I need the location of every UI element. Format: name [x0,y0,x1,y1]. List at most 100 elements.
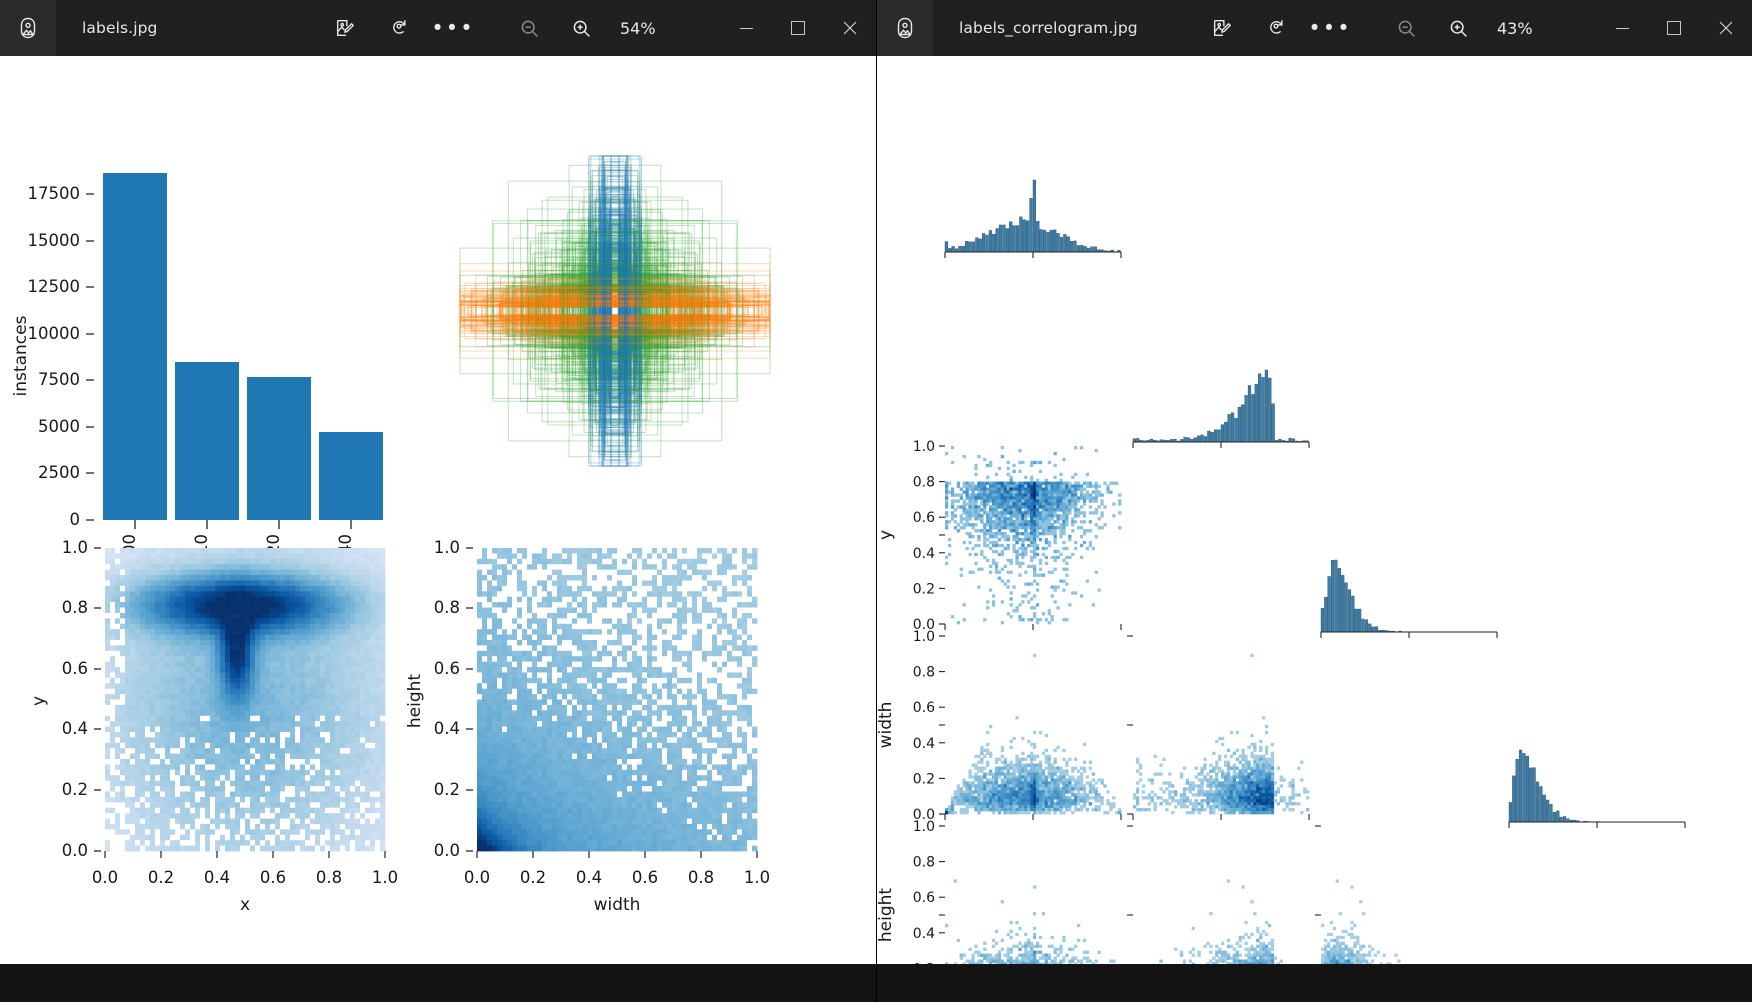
heat-cell [255,769,261,776]
heat-cell [522,602,528,608]
heat-cell [245,634,251,641]
heat-cell [340,629,346,635]
minimize-button[interactable] [720,0,772,56]
maximize-button[interactable] [772,0,824,56]
heat-cell [120,612,126,619]
heat-cell [205,802,211,809]
heat-cell [240,818,246,825]
heat-cell [125,629,131,635]
heat-cell [482,585,488,592]
heat-cell [150,699,156,706]
heat-cell [502,607,508,614]
edit-image-icon[interactable] [330,13,360,43]
heat-cell [255,672,261,679]
heat-cell [502,602,508,608]
heat-cell [542,764,548,771]
heat-cell [532,710,538,717]
heat-cell [185,656,191,663]
heat-cell [210,661,216,668]
heat-cell [125,823,131,830]
heat-cell [577,694,583,700]
heat-cell [105,694,111,700]
heat-cell [532,672,538,679]
heat-cell [170,575,176,581]
titlebar-left[interactable]: labels.jpg ••• 54% [0,0,876,56]
close-button[interactable] [824,0,876,56]
heat-cell [572,629,578,635]
heat-cell [285,845,291,852]
heat-cell [567,607,573,614]
heat-cell [190,688,196,695]
heat-cell [210,731,216,738]
heat-cell [230,591,236,598]
heat-cell [517,753,523,760]
heat-cell [195,731,201,738]
heat-cell [365,813,371,819]
heat-cell [125,618,131,625]
heat-cell [125,791,131,798]
heat-cell [360,580,366,587]
heat-cell [170,791,176,798]
heat-cell [497,791,503,798]
heat-cell [105,791,111,798]
heat-cell [365,834,371,841]
heat-cell [375,710,381,717]
heat-cell [245,591,251,598]
heat-cell [547,802,553,809]
heat-cell [290,737,296,744]
heat-cell [477,650,483,657]
heat-cell [335,737,341,744]
heat-cell [235,742,241,749]
heat-cell [210,759,216,765]
heat-cell [507,813,513,819]
heat-cell [487,667,493,673]
heat-cell [482,840,488,846]
heat-cell [255,721,261,727]
heat-cell [547,823,553,830]
heat-cell [175,823,181,830]
image-canvas-labels[interactable]: 17500 15000 12500 10000 7500 5000 2500 0 ins… [0,56,876,964]
heat-cell [165,656,171,663]
heat-cell [185,704,191,711]
heat-cell [522,764,528,771]
heat-cell [330,829,336,836]
heat-cell [210,634,216,641]
heat-cell [205,775,211,782]
heat-cell [587,618,593,625]
heat-cell [380,623,386,630]
rotate-icon[interactable] [384,13,414,43]
heat-cell [360,634,366,641]
heat-cell [507,796,513,803]
heat-cell [320,602,326,608]
heat-cell [522,564,528,571]
heat-cell [572,580,578,587]
heat-cell [552,672,558,679]
heat-cell [165,759,171,765]
heat-cell [230,704,236,711]
heat-cell [145,726,151,733]
heat-cell [567,780,573,787]
heat-cell [170,645,176,652]
zoom-in-icon[interactable] [568,15,594,41]
heat-cell [150,818,156,825]
more-options-icon[interactable]: ••• [431,13,472,43]
heat-cell [260,569,266,576]
heat-cell [542,796,548,803]
zoom-out-icon[interactable] [516,15,542,41]
heat-cell [355,721,361,727]
heat-cell [487,596,493,603]
heat-cell [552,845,558,852]
heat-cell [170,780,176,787]
heat-cell [542,564,548,571]
heat-cell [370,688,376,695]
heat-cell [280,748,286,755]
heat-cell [290,672,296,679]
heat-cell [375,677,381,684]
heat-cell [562,667,568,673]
heat-cell [290,823,296,830]
heat-cell [507,748,513,755]
heat-cell [330,796,336,803]
heat-cell [557,775,563,782]
heat-cell [315,694,321,700]
heat-cell [557,710,563,717]
